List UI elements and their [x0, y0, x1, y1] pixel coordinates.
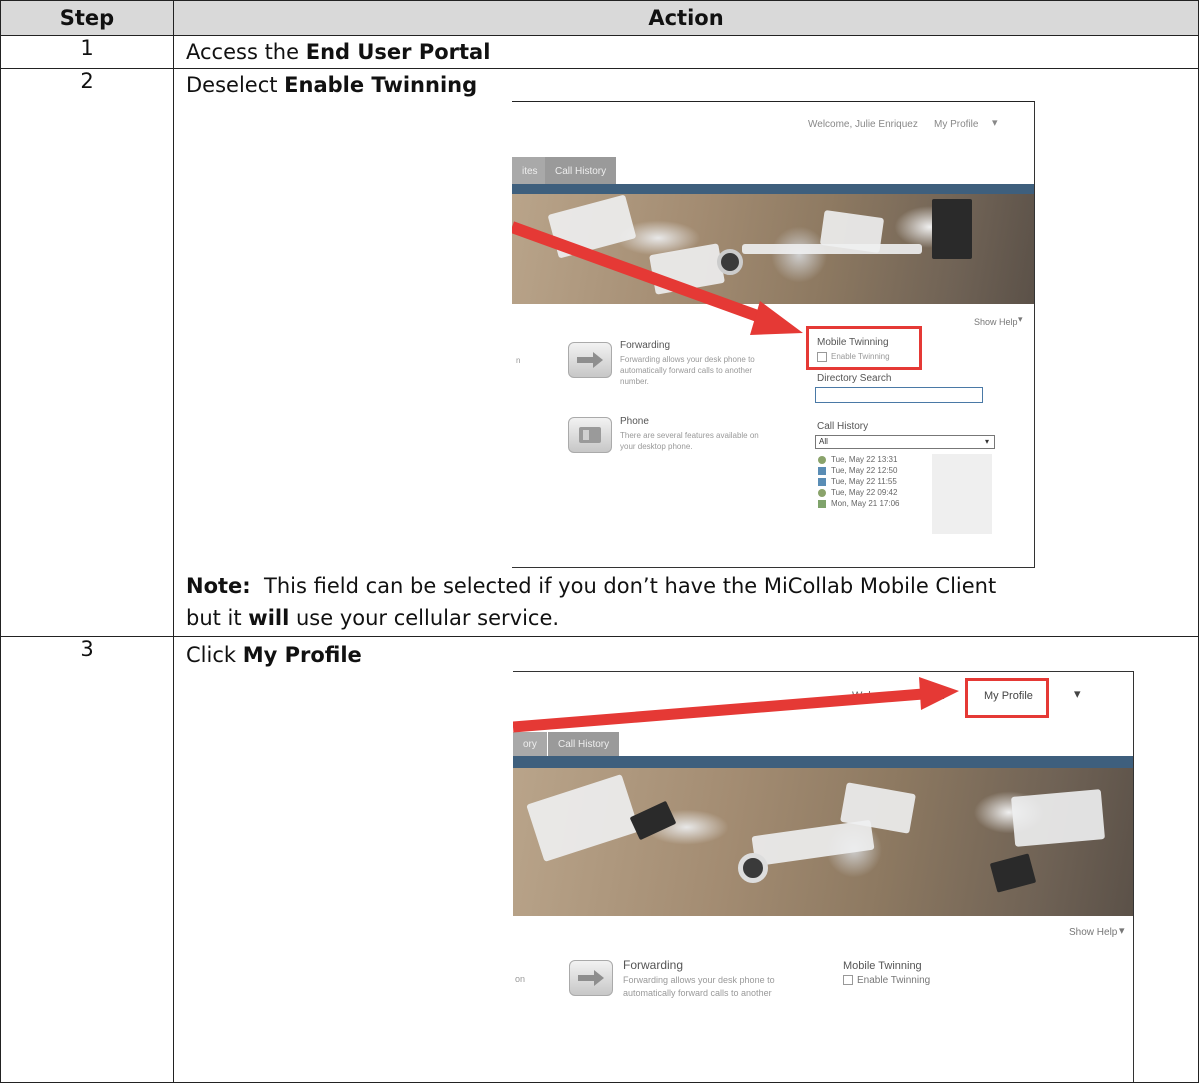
note-bold: will [248, 606, 290, 630]
table-header-row: Step Action [0, 0, 1199, 36]
action-cell: Click My Profile Welcome, J ez My Profil… [173, 636, 1199, 1083]
note-text-a: This field can be selected if you don’t … [264, 574, 997, 598]
screenshot-my-profile: Welcome, J ez My Profile ▾ ory Call Hist… [513, 671, 1134, 1082]
action-bold: Enable Twinning [284, 73, 478, 97]
header-step: Step [0, 0, 174, 36]
action-text: Click [186, 643, 243, 667]
note-paragraph: Note: This field can be selected if you … [186, 570, 1186, 634]
instruction-table: Step Action 1 Access the End User Portal… [0, 0, 1199, 1083]
header-action: Action [173, 0, 1199, 36]
step-number: 3 [0, 636, 174, 1083]
table-row: 2 Deselect Enable Twinning Welcome, Juli… [0, 68, 1199, 637]
note-text-c: use your cellular service. [289, 606, 560, 630]
table-row: 3 Click My Profile Welcome, J ez My Prof… [0, 636, 1199, 1083]
table-row: 1 Access the End User Portal [0, 35, 1199, 69]
step-number: 2 [0, 68, 174, 637]
action-bold: My Profile [242, 643, 362, 667]
note-text-b: but it [186, 606, 249, 630]
action-cell: Access the End User Portal [173, 35, 1199, 69]
action-text: Access the [186, 40, 306, 64]
red-arrow-icon [512, 221, 803, 335]
action-bold: End User Portal [305, 40, 491, 64]
step-number: 1 [0, 35, 174, 69]
action-text: Deselect [186, 73, 285, 97]
screenshot-enable-twinning: Welcome, Julie Enriquez My Profile ▾ ite… [512, 101, 1035, 568]
red-arrow-icon [513, 677, 959, 733]
note-label: Note: [186, 574, 251, 598]
action-cell: Deselect Enable Twinning Welcome, Julie … [173, 68, 1199, 637]
